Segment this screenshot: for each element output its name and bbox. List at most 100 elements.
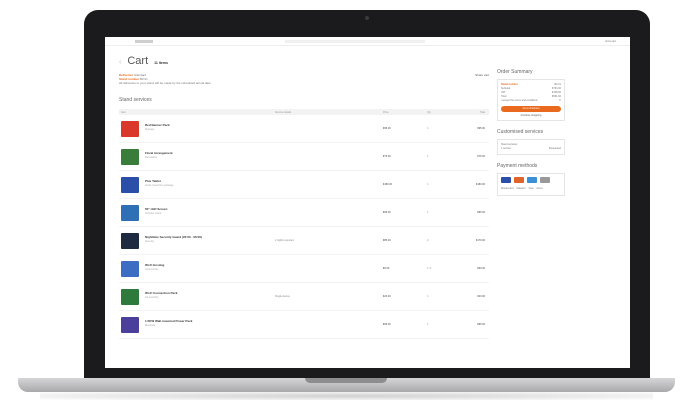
table-row[interactable]: Wi-Fi Hosting Connectivity €6.00 10 €60.00 — [119, 255, 489, 283]
product-name[interactable]: Nighttime Security Guard (22:00 - 06:00) — [145, 235, 202, 239]
product-thumbnail — [121, 233, 139, 249]
checkbox-icon[interactable]: ☐ — [559, 99, 561, 103]
laptop-lid: Account ‹ Cart 11 items Deliveries Stand… — [84, 10, 650, 378]
product-category: Connectivity — [145, 268, 159, 271]
order-summary-box: Stand number B2.01 Subtotal €793.00 VAT €15… — [497, 79, 565, 121]
payment-methods-title: Payment methods — [497, 163, 538, 169]
product-thumbnail — [121, 205, 139, 221]
product-category: Decoration — [145, 156, 158, 159]
product-category: Audio visual hire package — [145, 184, 174, 187]
quantity-stepper[interactable]: 1 — [427, 154, 430, 158]
product-category: Includes stand — [145, 212, 162, 215]
product-name[interactable]: Red Banner Pack — [145, 123, 170, 127]
payment-wallet-label: Maestro — [516, 187, 526, 190]
payment-wallet-label: Amex — [536, 187, 543, 190]
product-name[interactable]: Wi-Fi Connection Pack — [145, 291, 177, 295]
site-logo[interactable] — [135, 40, 153, 43]
product-total: €95.00 — [477, 127, 485, 130]
product-total: €180.00 — [475, 183, 485, 186]
payment-cards — [501, 177, 561, 183]
quantity-stepper[interactable]: 1 — [427, 322, 430, 326]
product-note: Single device — [275, 295, 290, 298]
summary-value: Requested — [548, 147, 561, 150]
product-name[interactable]: 1.5KW Wall-mounted Power Pack — [145, 319, 192, 323]
product-total: €95.00 — [477, 211, 485, 214]
customised-services-box: Stand services 1 service Requested — [497, 139, 565, 155]
table-row[interactable]: Floral Arrangement Decoration €75.00 1 €75.0… — [119, 143, 489, 171]
payment-card-icon — [527, 177, 537, 183]
quantity-stepper[interactable]: 1 — [427, 182, 430, 186]
continue-shopping-link[interactable]: Continue shopping — [501, 114, 561, 117]
quantity-stepper[interactable]: 10 — [427, 266, 432, 270]
product-thumbnail — [121, 289, 139, 305]
payment-wallets: Mastercard Maestro Visa Amex — [501, 186, 561, 192]
product-total: €75.00 — [477, 155, 485, 158]
section-title: Stand services — [119, 97, 152, 103]
table-row[interactable]: Wi-Fi Connection Pack Connectivity Single … — [119, 283, 489, 311]
cart-header: ‹ Cart 11 items — [119, 55, 489, 67]
product-total: €95.00 — [477, 323, 485, 326]
terms-checkbox[interactable]: I accept the terms and conditions ☐ — [501, 99, 561, 103]
payment-wallet-label: Visa — [528, 187, 534, 190]
quantity-stepper[interactable]: 1 — [427, 210, 430, 214]
column-header: Service details — [275, 110, 292, 114]
payment-card-icon — [514, 177, 524, 183]
laptop-notch — [305, 378, 387, 383]
payment-card-icon — [540, 177, 550, 183]
product-price: €95.00 — [383, 211, 391, 214]
chevron-left-icon[interactable]: ‹ — [119, 59, 121, 66]
product-name[interactable]: 50" LED Screen — [145, 207, 167, 211]
product-price: €23.00 — [383, 295, 391, 298]
product-name[interactable]: Wi-Fi Hosting — [145, 263, 164, 267]
cart-main: ‹ Cart 11 items Deliveries Standard Stan… — [119, 55, 489, 339]
quantity-stepper[interactable]: 1 — [427, 126, 430, 130]
product-name[interactable]: Plus Tablet — [145, 179, 161, 183]
product-price: €95.00 — [383, 127, 391, 130]
site-header: Account — [105, 37, 630, 46]
product-thumbnail — [121, 317, 139, 333]
page-title: Cart — [127, 55, 149, 67]
quantity-stepper[interactable]: 2 — [427, 238, 430, 242]
summary-label: 1 service — [501, 147, 512, 150]
camera-icon — [365, 16, 369, 20]
payment-methods-box: Mastercard Maestro Visa Amex — [497, 173, 565, 196]
table-row[interactable]: Nighttime Security Guard (22:00 - 06:00)… — [119, 227, 489, 255]
delivery-info: Deliveries Standard Stand number B2.01 A… — [119, 73, 489, 85]
product-category: Electrical — [145, 324, 156, 327]
checkout-button[interactable]: Go to checkout — [501, 106, 561, 112]
table-row[interactable]: Plus Tablet Audio visual hire package €180… — [119, 171, 489, 199]
table-row[interactable]: 50" LED Screen Includes stand €95.00 1 €95.0… — [119, 199, 489, 227]
payment-card-icon — [501, 177, 511, 183]
product-name[interactable]: Floral Arrangement — [145, 151, 173, 155]
product-price: €75.00 — [383, 155, 391, 158]
share-cart-button[interactable]: Share cart — [475, 73, 489, 77]
sidebar: Order Summary Stand number B2.01 Subtotal… — [497, 69, 565, 204]
quantity-stepper[interactable]: 1 — [427, 294, 430, 298]
laptop-base — [18, 378, 675, 392]
customised-services-title: Customised services — [497, 129, 544, 135]
column-header: Qty — [427, 110, 431, 114]
payment-wallet-label: Mastercard — [501, 187, 514, 190]
product-thumbnail — [121, 149, 139, 165]
product-thumbnail — [121, 177, 139, 193]
product-thumbnail — [121, 121, 139, 137]
laptop-screen: Account ‹ Cart 11 items Deliveries Stand… — [105, 37, 630, 368]
column-header: Price — [383, 110, 389, 114]
column-header: Total — [479, 110, 485, 114]
product-price: €85.00 — [383, 239, 391, 242]
table-row[interactable]: Red Banner Pack Signage €95.00 1 €95.00 — [119, 115, 489, 143]
product-price: €180.00 — [383, 183, 393, 186]
terms-label: I accept the terms and conditions — [501, 99, 538, 102]
column-header: Item — [121, 110, 126, 114]
account-link[interactable]: Account — [605, 39, 616, 43]
product-note: 2 nights required — [275, 239, 294, 242]
product-total: €170.00 — [475, 239, 485, 242]
product-price: €6.00 — [383, 267, 390, 270]
delivery-note: All deliveries to your stand will be mad… — [119, 81, 211, 85]
search-input[interactable] — [285, 40, 425, 43]
product-price: €95.00 — [383, 323, 391, 326]
order-summary-title: Order Summary — [497, 69, 533, 75]
table-row[interactable]: 1.5KW Wall-mounted Power Pack Electrical €… — [119, 311, 489, 339]
summary-line: 1 service Requested — [501, 147, 561, 151]
product-category: Signage — [145, 128, 155, 131]
